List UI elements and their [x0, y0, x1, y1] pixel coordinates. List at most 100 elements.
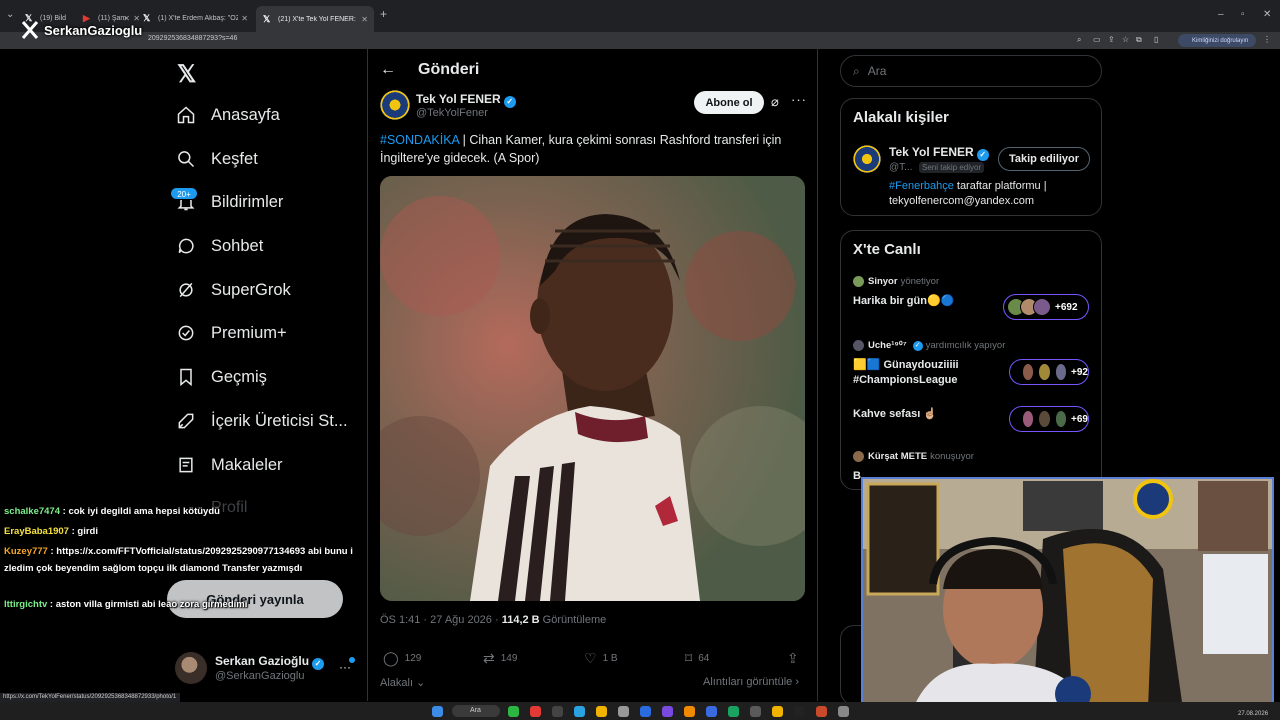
app-icon[interactable] — [640, 706, 651, 717]
vlc-icon[interactable] — [684, 706, 695, 717]
hashtag-link[interactable]: #SONDAKİKA — [380, 133, 459, 147]
related-dropdown[interactable]: Alakalı ⌄ — [380, 676, 425, 689]
app-icon[interactable] — [838, 706, 849, 717]
bookmark-button[interactable]: ⌑ 64 — [685, 650, 709, 667]
space-title[interactable]: Harika bir gün🟡🔵 — [853, 294, 954, 309]
app-icon[interactable] — [728, 706, 739, 717]
quotes-label: Alıntıları görüntüle — [703, 676, 793, 688]
nav-item-bookmarks[interactable]: Geçmiş — [175, 362, 267, 392]
space-title[interactable]: 🟨🟦 Günaydouziiiii #ChampionsLeague — [853, 358, 1003, 388]
space-host: Uche¹⁹⁰⁷ ✓ yardımcılık yapıyor — [853, 340, 1005, 351]
app-icon[interactable] — [794, 706, 805, 717]
bio-hashtag[interactable]: #Fenerbahçe — [889, 180, 954, 192]
author-handle[interactable]: @TekYolFener — [416, 107, 488, 119]
cast-icon[interactable]: ▭ — [1093, 35, 1101, 44]
browser-menu-icon[interactable]: ⋮ — [1263, 35, 1271, 44]
chat-message: schalke7474 : cok iyi degildi ama hepsi … — [4, 503, 344, 520]
share-icon[interactable]: ⇪ — [1108, 35, 1115, 44]
telegram-icon[interactable] — [574, 706, 585, 717]
like-button[interactable]: ♡ 1 B — [584, 650, 618, 667]
taskbar-search[interactable]: Ara — [452, 705, 500, 717]
app-icon[interactable] — [618, 706, 629, 717]
author-avatar[interactable] — [380, 90, 410, 120]
app-icon[interactable] — [552, 706, 563, 717]
share-button[interactable]: ⇪ — [787, 650, 805, 667]
zoom-icon[interactable]: ⌕ — [1077, 35, 1081, 45]
nav-item-explore[interactable]: Keşfet — [175, 144, 258, 174]
x-logo[interactable]: 𝕏 — [177, 60, 196, 89]
notification-badge: 20+ — [170, 187, 198, 200]
browser-tab[interactable]: 𝕏 (1) X'te Erdem Akbaş: "ÖZEL | R ✕ — [136, 8, 254, 28]
reply-button[interactable]: ◯ 129 — [383, 650, 421, 667]
maximize-button[interactable]: ▫ — [1241, 9, 1245, 20]
related-name[interactable]: Tek Yol FENER ✓ — [889, 145, 989, 161]
url-field[interactable]: 209292536834887293?s=46 — [148, 35, 237, 42]
app-icon[interactable] — [530, 706, 541, 717]
chat-message: ErayBaba1907 : girdi — [4, 523, 344, 540]
share-icon: ⇪ — [787, 650, 799, 666]
nav-item-premium[interactable]: Premium+ — [175, 318, 287, 348]
nav-label: Bildirimler — [211, 192, 284, 211]
live-spaces-panel: X'te Canlı Sinyor yönetiyor Harika bir gü… — [840, 230, 1102, 490]
more-icon[interactable]: ··· — [791, 92, 807, 107]
browser-tab-active[interactable]: 𝕏 (21) X'te Tek Yol FENER: "#SON ✕ — [256, 6, 374, 32]
tweet-photo[interactable] — [380, 176, 805, 601]
view-quotes-link[interactable]: Alıntıları görüntüle › — [703, 676, 799, 688]
nav-label: Keşfet — [211, 149, 258, 168]
author-name-text: Tek Yol FENER — [416, 92, 501, 106]
space-listeners[interactable]: +92 — [1009, 359, 1089, 385]
account-name-text: Serkan Gazioğlu — [215, 654, 310, 668]
nav-item-creator-studio[interactable]: İçerik Üreticisi St... — [175, 406, 348, 436]
post-time[interactable]: ÖS 1:41 · 27 Ağu 2026 · — [380, 614, 502, 626]
whatsapp-icon[interactable] — [508, 706, 519, 717]
listener-count: +692 — [1055, 301, 1078, 313]
tab-menu-icon[interactable]: ⌄ — [6, 9, 14, 20]
address-bar: 209292536834887293?s=46 ⌕ ▭ ⇪ ☆ ⧉ ▯ Kiml… — [0, 32, 1280, 49]
chat-text: : cok iyi degildi ama hepsi kötüydü — [60, 506, 220, 517]
bookmark-icon: ⌑ — [685, 650, 693, 666]
windows-start-icon[interactable] — [432, 706, 443, 717]
nav-item-articles[interactable]: Makaleler — [175, 450, 283, 480]
nav-item-home[interactable]: Anasayfa — [175, 100, 280, 130]
chrome-icon[interactable] — [772, 706, 783, 717]
identity-verify-button[interactable]: Kimliğinizi doğrulayın — [1178, 34, 1256, 47]
nav-item-supergrok[interactable]: SuperGrok — [175, 275, 291, 305]
star-icon[interactable]: ☆ — [1122, 35, 1129, 44]
verified-icon: ✓ — [503, 96, 516, 108]
close-tab-icon[interactable]: ✕ — [241, 14, 248, 23]
chrome-icon[interactable] — [596, 706, 607, 717]
chat-icon — [175, 235, 197, 257]
app-icon[interactable] — [706, 706, 717, 717]
sidepanel-icon[interactable]: ▯ — [1154, 35, 1158, 44]
space-listeners[interactable]: +692 — [1003, 294, 1089, 320]
heart-icon: ♡ — [584, 650, 597, 666]
related-avatar[interactable] — [853, 145, 881, 173]
taskbar-date: 27.08.2026 — [1238, 711, 1269, 717]
subscribe-button[interactable]: Abone ol — [694, 91, 764, 114]
nav-item-chat[interactable]: Sohbet — [175, 231, 263, 261]
extensions-icon[interactable]: ⧉ — [1136, 35, 1142, 45]
listener-avatar — [1033, 298, 1051, 316]
listener-avatar — [1038, 410, 1051, 428]
close-tab-icon[interactable]: ✕ — [361, 15, 368, 24]
nav-label: Sohbet — [211, 236, 264, 255]
space-host: Kürşat METE konuşuyor — [853, 451, 974, 462]
app-icon[interactable] — [750, 706, 761, 717]
following-button[interactable]: Takip ediliyor — [998, 147, 1090, 171]
app-icon[interactable] — [662, 706, 673, 717]
grok-icon[interactable]: ⌀ — [771, 94, 779, 110]
author-name[interactable]: Tek Yol FENER ✓ — [416, 92, 516, 108]
search-input[interactable]: ⌕ Ara — [840, 55, 1102, 87]
space-title[interactable]: Kahve sefası ☝🏼 — [853, 407, 937, 422]
new-tab-button[interactable]: + — [380, 7, 387, 21]
account-switcher[interactable]: Serkan Gazioğlu ✓ @SerkanGazioglu ··· — [175, 650, 360, 690]
close-window-button[interactable]: ✕ — [1263, 9, 1271, 20]
minimize-button[interactable]: – — [1218, 9, 1224, 20]
app-icon[interactable] — [816, 706, 827, 717]
space-listeners[interactable]: +69 — [1009, 406, 1089, 432]
follows-you-badge: Seni takip ediyor — [919, 162, 985, 173]
back-arrow-icon[interactable]: ← — [380, 61, 396, 79]
premium-icon — [175, 322, 197, 344]
verified-icon: ✓ — [312, 658, 325, 670]
repost-button[interactable]: ⇄ 149 — [483, 650, 517, 667]
